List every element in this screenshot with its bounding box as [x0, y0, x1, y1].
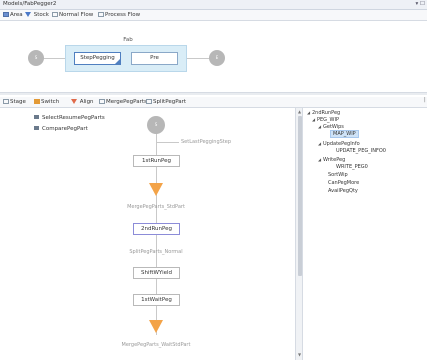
- area-icon: [3, 12, 9, 17]
- window-titlebar: Models/FabPegger2 ▾ ☐: [0, 0, 427, 10]
- tree-item[interactable]: ◢ WritePeg: [318, 157, 345, 163]
- toolbar-item-process-flow[interactable]: Process Flow: [98, 12, 140, 18]
- part-label: MergePegParts_WaitStdPart: [121, 342, 191, 348]
- legend-item: ComparePegPart: [34, 126, 88, 132]
- pre-node[interactable]: Pre: [131, 52, 178, 65]
- scroll-down-icon[interactable]: ▼: [298, 352, 301, 357]
- toolbar-item-merge-peg-parts[interactable]: MergePegParts: [99, 99, 147, 105]
- normal-flow-icon: [52, 12, 58, 17]
- side-connector-line: [157, 142, 179, 143]
- flow-node-2nd-run-peg[interactable]: 2ndRunPeg: [133, 223, 180, 235]
- vertical-scrollbar[interactable]: ▲ ▼: [295, 108, 303, 360]
- tree-item[interactable]: ◢ 2ndRunPeg: [307, 110, 340, 116]
- tree-item-selected[interactable]: MAP_WIP: [330, 130, 359, 138]
- merge-peg-parts-icon[interactable]: [149, 183, 163, 196]
- window-controls[interactable]: ▾ ☐: [416, 1, 425, 7]
- toolbar-item-area[interactable]: Area: [3, 12, 23, 18]
- toolbar-item-normal-flow[interactable]: Normal Flow: [52, 12, 93, 18]
- start-node[interactable]: S: [28, 50, 44, 66]
- step-pegging-node[interactable]: StepPegging: [74, 52, 121, 65]
- legend-swatch: [34, 126, 39, 130]
- split-peg-part-icon: [146, 99, 152, 104]
- part-label: MergePegParts_StdPart: [127, 204, 185, 210]
- align-icon: [71, 99, 77, 104]
- tree-item[interactable]: WRITE_PEG0: [336, 164, 368, 170]
- legend-item: SelectResumePegParts: [34, 115, 105, 121]
- flow-node-1st-wait-peg[interactable]: 1stWaitPeg: [133, 294, 180, 306]
- part-label: SplitPegParts_Normal: [129, 249, 183, 255]
- toolbar-item-align[interactable]: Align: [71, 99, 94, 105]
- tree-item[interactable]: CanPegMore: [328, 180, 359, 186]
- tree-item[interactable]: ◢ PEG_WIP: [312, 117, 339, 123]
- stage-icon: [3, 99, 9, 104]
- switch-icon: [34, 99, 40, 104]
- merge-peg-parts-icon[interactable]: [149, 320, 163, 333]
- flow-start-node[interactable]: S: [147, 116, 165, 134]
- top-toolbar: Area Stock Normal Flow Process Flow: [0, 10, 427, 21]
- tree-item[interactable]: AvailPegQty: [328, 188, 358, 194]
- window-title: Models/FabPegger2: [3, 1, 57, 7]
- scrollbar-thumb[interactable]: [298, 116, 302, 276]
- toolbar-item-split-peg-part[interactable]: SplitPegPart: [146, 99, 186, 105]
- scroll-up-icon[interactable]: ▲: [298, 109, 301, 114]
- legend-swatch: [34, 115, 39, 119]
- toolbar-item-stock[interactable]: Stock: [25, 12, 49, 18]
- flow-node-1st-run-peg[interactable]: 1stRunPeg: [133, 155, 180, 167]
- flow-node-shift-w-yield[interactable]: ShiftWYield: [133, 267, 180, 279]
- tree-item[interactable]: SortWip: [328, 172, 348, 178]
- stock-icon: [25, 12, 31, 17]
- pane-separator[interactable]: [0, 92, 427, 95]
- process-flow-icon: [98, 12, 104, 17]
- resize-handle-icon: [115, 59, 120, 64]
- toolbar-item-switch[interactable]: Switch: [34, 99, 59, 105]
- tree-item[interactable]: UPDATE_PEG_INFO0: [336, 148, 386, 154]
- toolbar-item-stage[interactable]: Stage: [3, 99, 26, 105]
- end-node[interactable]: E: [209, 50, 225, 66]
- merge-peg-parts-icon: [99, 99, 105, 104]
- tree-item[interactable]: ◢ UpdatePegInfo: [318, 141, 360, 147]
- flow-toolbar: Stage Switch Align MergePegParts SplitPe…: [0, 97, 427, 108]
- side-label: SetLastPeggingStep: [181, 139, 232, 145]
- fab-label: Fab: [123, 37, 133, 43]
